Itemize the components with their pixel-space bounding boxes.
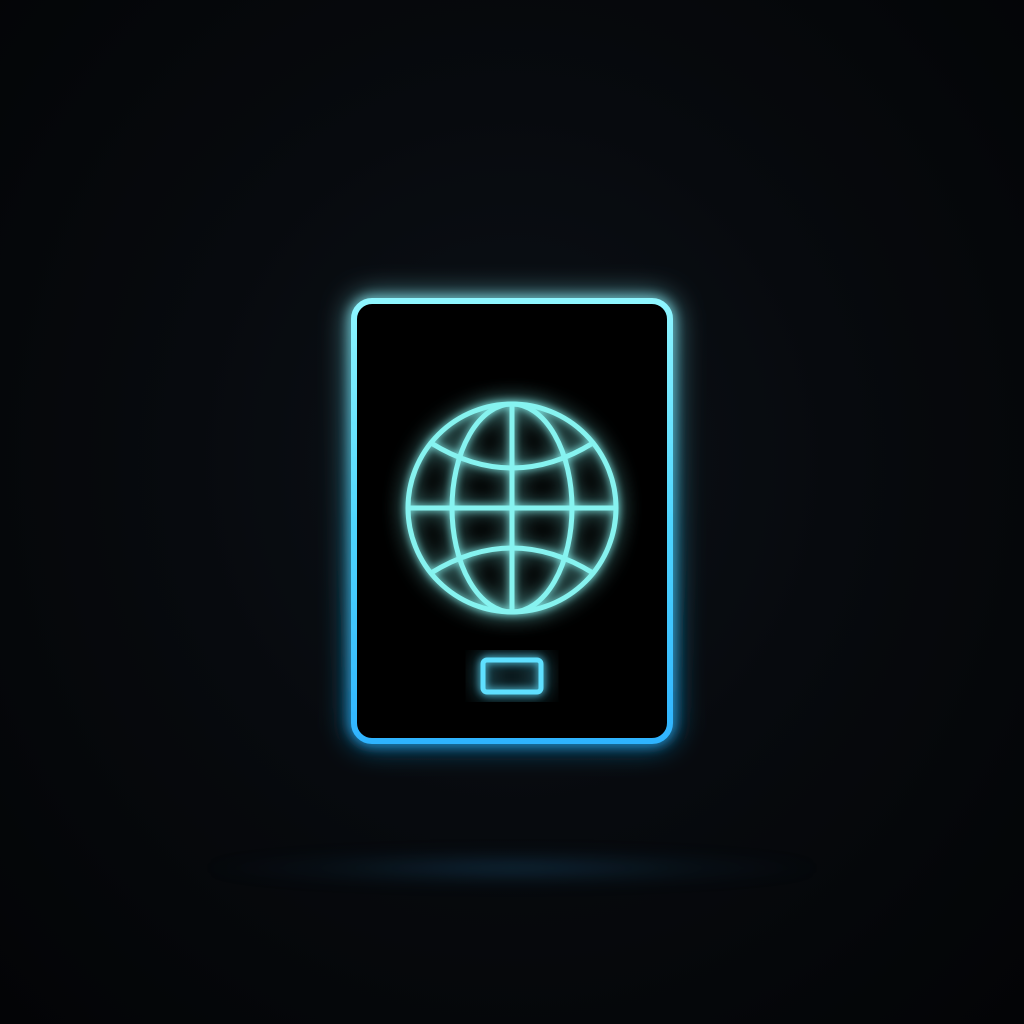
neon-passport-scene bbox=[0, 0, 1024, 1024]
globe-icon bbox=[405, 401, 619, 615]
passport-icon bbox=[351, 298, 673, 744]
